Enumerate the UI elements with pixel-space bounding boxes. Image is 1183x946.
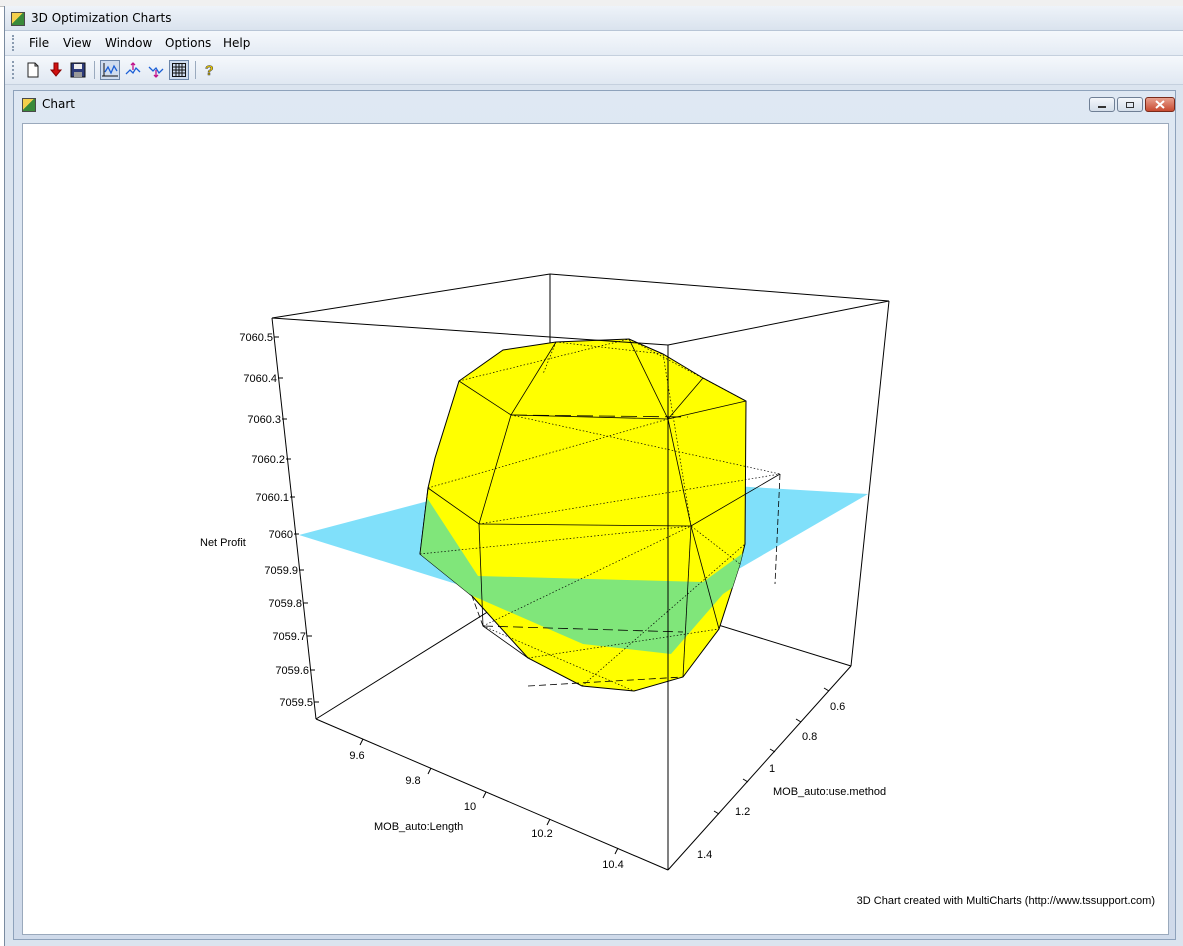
minimize-button[interactable] xyxy=(1089,97,1115,112)
restore-icon xyxy=(1126,101,1134,108)
chart-plot-area: 7060.5 7060.4 7060.3 7060.2 7060.1 7060 … xyxy=(22,123,1169,935)
z-tick-label: 7059.9 xyxy=(264,565,298,577)
x-tick-label: 10.4 xyxy=(602,859,623,871)
z-tick-label: 7060.3 xyxy=(247,414,281,426)
y-axis-tick-labels: 0.6 0.8 1 1.2 1.4 xyxy=(697,701,845,861)
grid-toggle-button[interactable] xyxy=(169,60,189,80)
toolbar: ? xyxy=(5,56,1183,85)
valley-view-button[interactable] xyxy=(146,60,166,80)
menu-grip xyxy=(12,35,16,51)
y-tick-label: 1.2 xyxy=(735,806,750,818)
chart-3d-svg: 7060.5 7060.4 7060.3 7060.2 7060.1 7060 … xyxy=(200,273,1155,907)
z-axis-ticks xyxy=(274,336,319,703)
z-tick-label: 7059.5 xyxy=(279,697,313,709)
save-disk-icon xyxy=(70,62,86,78)
y-tick-label: 0.6 xyxy=(830,701,845,713)
y-tick-label: 1.4 xyxy=(697,849,712,861)
red-arrow-down-icon xyxy=(49,62,63,77)
menu-bar: File View Window Options Help xyxy=(5,31,1183,56)
z-tick-label: 7059.7 xyxy=(272,631,306,643)
z-tick-label: 7060.5 xyxy=(239,332,273,344)
x-axis-label: MOB_auto:Length xyxy=(374,821,463,833)
z-tick-label: 7060.4 xyxy=(243,373,277,385)
chart-child-window: Chart 7060.5 7060.4 7060.3 7060.2 7060.1… xyxy=(13,90,1176,940)
menu-window[interactable]: Window xyxy=(105,36,152,50)
z-tick-label: 7060.1 xyxy=(255,492,289,504)
wave-arrow-up-icon xyxy=(125,62,141,75)
svg-text:?: ? xyxy=(205,62,214,78)
toolbar-separator-2 xyxy=(195,61,196,79)
z-axis-label: Net Profit xyxy=(200,537,246,549)
menu-options[interactable]: Options xyxy=(165,36,211,50)
menu-view[interactable]: View xyxy=(63,36,91,50)
x-tick-label: 10 xyxy=(464,801,476,813)
minimize-icon xyxy=(1098,105,1106,108)
y-axis-label: MOB_auto:use.method xyxy=(773,786,886,798)
app-window: 3D Optimization Charts File View Window … xyxy=(4,6,1183,946)
x-tick-label: 10.2 xyxy=(531,828,552,840)
surface-mode-button[interactable] xyxy=(100,60,120,80)
grid-icon xyxy=(172,63,186,77)
wave-arrow-down-icon xyxy=(148,66,164,78)
z-tick-label: 7060.2 xyxy=(251,454,285,466)
save-button[interactable] xyxy=(68,60,88,80)
chart-window-title: Chart xyxy=(42,97,75,111)
close-icon xyxy=(1155,100,1165,109)
close-button[interactable] xyxy=(1145,97,1175,112)
import-button[interactable] xyxy=(46,60,66,80)
help-button[interactable]: ? xyxy=(200,60,220,80)
x-axis-ticks xyxy=(359,738,619,855)
chart-footer-credit: 3D Chart created with MultiCharts (http:… xyxy=(857,895,1155,907)
new-button[interactable] xyxy=(23,60,43,80)
peak-view-button[interactable] xyxy=(123,60,143,80)
toolbar-separator xyxy=(94,61,95,79)
surface-wave-icon xyxy=(102,63,118,77)
x-tick-label: 9.6 xyxy=(349,750,364,762)
y-tick-label: 0.8 xyxy=(802,731,817,743)
app-title: 3D Optimization Charts xyxy=(31,11,172,25)
new-document-icon xyxy=(27,62,39,78)
title-bar: 3D Optimization Charts xyxy=(5,6,1183,31)
y-tick-label: 1 xyxy=(769,763,775,775)
z-tick-label: 7059.8 xyxy=(268,598,302,610)
menu-file[interactable]: File xyxy=(29,36,49,50)
menu-help[interactable]: Help xyxy=(223,36,250,50)
app-icon xyxy=(11,12,25,26)
chart-window-icon xyxy=(22,98,36,112)
z-axis-tick-labels: 7060.5 7060.4 7060.3 7060.2 7060.1 7060 … xyxy=(239,332,313,709)
x-tick-label: 9.8 xyxy=(405,775,420,787)
restore-button[interactable] xyxy=(1117,97,1143,112)
z-tick-label: 7060 xyxy=(269,529,293,541)
z-tick-label: 7059.6 xyxy=(275,665,309,677)
help-question-icon: ? xyxy=(205,62,214,78)
toolbar-grip xyxy=(12,61,16,79)
x-axis-tick-labels: 9.6 9.8 10 10.2 10.4 xyxy=(349,750,623,871)
